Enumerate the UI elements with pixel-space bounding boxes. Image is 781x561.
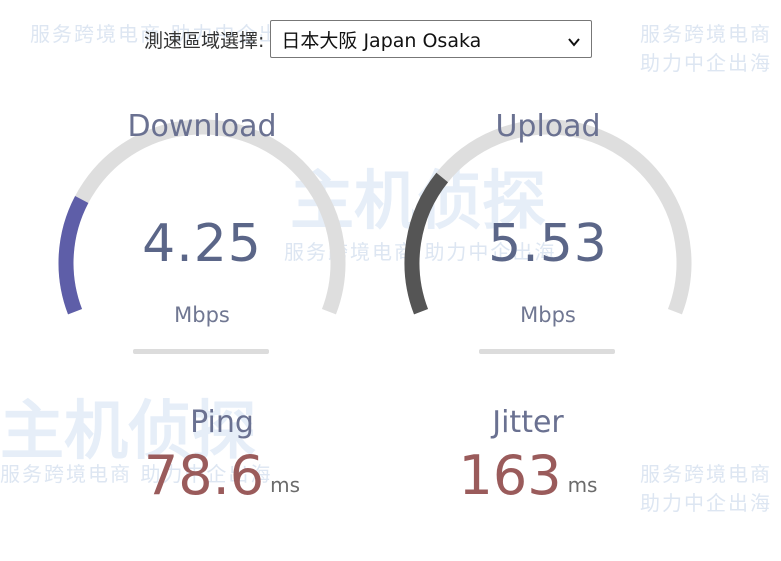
jitter-value: 163	[458, 444, 562, 507]
download-unit: Mbps	[174, 303, 230, 327]
jitter-meter: Jitter 163 ms	[418, 405, 638, 545]
download-value: 4.25	[142, 214, 262, 274]
server-selector-row: 測速區域選擇: 日本大阪 Japan Osaka	[144, 20, 593, 58]
ping-value-row: 78.6 ms	[112, 449, 332, 503]
watermark-slogan-4: 服务跨境电商 助力中企出海	[640, 22, 772, 75]
download-title: Download	[127, 109, 277, 144]
download-divider	[133, 349, 269, 354]
server-selected-value: 日本大阪 Japan Osaka	[281, 29, 482, 52]
upload-divider	[479, 349, 615, 354]
download-gauge: Download 4.25 Mbps	[52, 109, 352, 373]
watermark-slogan-5: 服务跨境电商 助力中企出海	[640, 462, 772, 515]
upload-title: Upload	[495, 109, 601, 144]
jitter-unit: ms	[567, 473, 598, 497]
jitter-value-row: 163 ms	[418, 449, 638, 503]
ping-value: 78.6	[143, 444, 265, 507]
upload-value: 5.53	[488, 214, 608, 274]
server-select[interactable]: 日本大阪 Japan Osaka	[270, 20, 593, 58]
ping-unit: ms	[270, 473, 301, 497]
upload-gauge: Upload 5.53 Mbps	[398, 109, 698, 373]
ping-title: Ping	[190, 405, 254, 440]
jitter-title: Jitter	[492, 405, 564, 440]
upload-unit: Mbps	[520, 303, 576, 327]
server-label: 測速區域選擇:	[144, 29, 265, 52]
ping-meter: Ping 78.6 ms	[112, 405, 332, 545]
chevron-down-icon	[567, 32, 581, 47]
